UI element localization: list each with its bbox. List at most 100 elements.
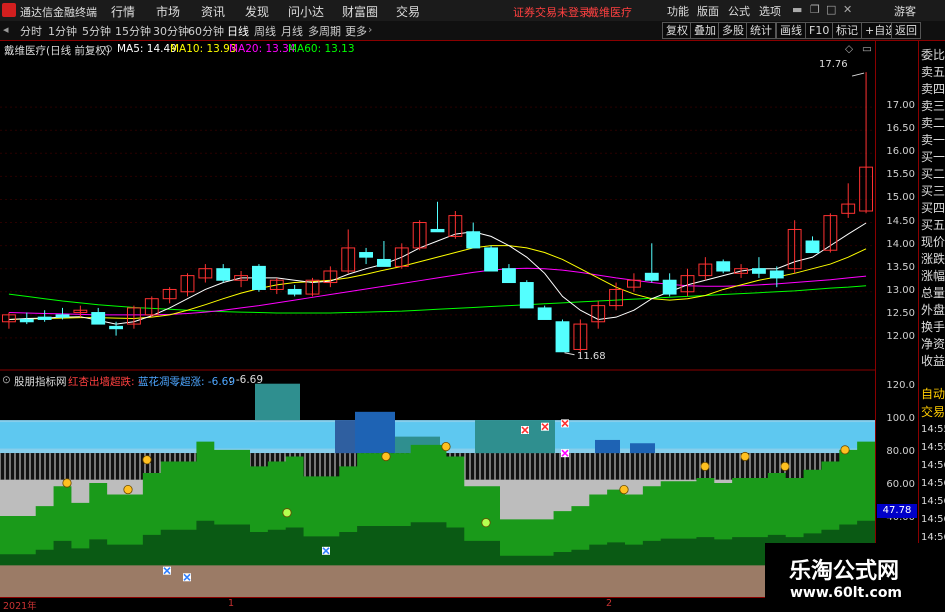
more-chevron-icon[interactable]: › — [368, 23, 372, 36]
candle — [752, 257, 766, 278]
menu-caifuquan[interactable]: 财富圈 — [342, 3, 378, 20]
menu-wenxiaoda[interactable]: 问小达 — [288, 3, 324, 20]
apple-marker-icon — [142, 455, 152, 465]
candle — [537, 305, 552, 320]
chart-expand-icon[interactable]: ▭ — [862, 43, 872, 55]
tab-60min[interactable]: 60分钟 — [188, 23, 224, 39]
ma60-label: MA60: 13.13 — [288, 43, 355, 55]
duogu-button[interactable]: 多股 — [718, 22, 748, 39]
tab-duozhouqi[interactable]: 多周期 — [308, 23, 341, 39]
candle — [841, 183, 856, 218]
ma5-label: MA5: 14.49 — [117, 43, 177, 55]
tab-5min[interactable]: 5分钟 — [82, 23, 111, 39]
candle — [823, 213, 838, 253]
candle-down-body — [19, 318, 34, 323]
candle — [2, 312, 16, 329]
candle — [734, 264, 749, 278]
apple-marker-icon — [619, 484, 629, 495]
tab-zhouxian[interactable]: 周线 — [254, 23, 276, 39]
candle — [37, 310, 52, 322]
candle — [252, 264, 266, 292]
f10-button[interactable]: F10 — [805, 22, 834, 39]
candle-down-body — [430, 228, 445, 233]
indicator-settings-icon[interactable]: ⊙ — [2, 374, 11, 386]
menu-jiaoyi[interactable]: 交易 — [396, 3, 420, 20]
tab-bar-arrow-icon[interactable]: ◂ — [3, 23, 9, 36]
menu-bar: 通达信金融终端 行情 市场 资讯 发现 问小达 财富圈 交易 证券交易未登录 戴… — [0, 0, 945, 22]
back-button[interactable]: 返回 — [891, 22, 921, 39]
tab-fenshi[interactable]: 分时 — [20, 23, 42, 39]
apple-marker-icon — [62, 478, 72, 488]
chart-stock-title: 戴维医疗(日线 前复权) — [4, 45, 111, 57]
high-arrow — [851, 72, 865, 77]
price-tick-label: 13.50 — [886, 261, 915, 273]
tab-rixian[interactable]: 日线 — [227, 23, 249, 39]
tab-1min[interactable]: 1分钟 — [48, 23, 77, 39]
menu-gongneng[interactable]: 功能 — [667, 3, 689, 19]
auto-trade-label: 交易 — [921, 405, 945, 419]
indicator-tick-label: 80.00 — [886, 446, 915, 458]
candle-down-body — [91, 312, 106, 325]
candle — [716, 259, 731, 274]
indicator-svg[interactable] — [0, 373, 875, 597]
menu-banmian[interactable]: 版面 — [697, 3, 719, 19]
trade-login-warning[interactable]: 证券交易未登录 — [513, 4, 590, 20]
apple-marker-icon — [740, 451, 750, 462]
indicator-pane[interactable]: ⊙ 股朋指标网 红杏出墙超跌: - 蓝花凋零超涨: -6.69 : -6.69 — [0, 373, 875, 597]
low-price-label: 11.68 — [577, 351, 606, 362]
price-tick-label: 16.50 — [886, 123, 915, 135]
tab-yuexian[interactable]: 月线 — [281, 23, 303, 39]
candlestick-svg[interactable] — [0, 41, 875, 371]
menu-gongshi[interactable]: 公式 — [728, 3, 750, 19]
tongji-button[interactable]: 统计 — [746, 22, 776, 39]
trade-time-label: 14:55 — [921, 442, 945, 453]
minimize-icon[interactable]: ▬ — [792, 3, 802, 16]
candle — [287, 284, 302, 297]
candle-down-body — [377, 258, 391, 267]
huaxian-button[interactable]: 画线 — [776, 22, 806, 39]
menu-hangqing[interactable]: 行情 — [111, 3, 135, 20]
x-label-year: 2021年 — [3, 601, 37, 612]
price-tick-label: 14.50 — [886, 215, 915, 227]
close-icon[interactable]: ✕ — [843, 3, 852, 16]
guest-label[interactable]: 游客 — [894, 3, 916, 19]
chart-settings-icon[interactable]: ⊙ — [104, 43, 113, 55]
diejia-button[interactable]: 叠加 — [690, 22, 720, 39]
candle — [91, 307, 106, 325]
candle-down-body — [644, 272, 659, 281]
menu-xuanxiang[interactable]: 选项 — [759, 3, 781, 19]
indicator-series-blue: 蓝花凋零超涨: -6.69 — [138, 376, 236, 388]
menu-faxian[interactable]: 发现 — [245, 3, 269, 20]
tab-30min[interactable]: 30分钟 — [153, 23, 189, 39]
candle — [644, 243, 659, 283]
apple-marker-icon — [441, 441, 451, 452]
candle-down-body — [252, 265, 266, 290]
indicator-brown-base — [0, 565, 875, 597]
candle-down-body — [484, 247, 498, 272]
candle — [555, 319, 570, 353]
price-chart[interactable]: 戴维医疗(日线 前复权) ⊙ MA5: 14.49 MA10: 13.93 MA… — [0, 41, 875, 371]
x-label-month-2: 2 — [606, 598, 613, 609]
menu-zixun[interactable]: 资讯 — [201, 3, 225, 20]
candle-down-body — [716, 261, 731, 272]
candle-down-body — [555, 321, 570, 353]
tab-15min[interactable]: 15分钟 — [115, 23, 151, 39]
candle — [127, 305, 141, 329]
restore-icon[interactable]: ❐ — [810, 3, 820, 16]
fuquan-button[interactable]: 复权 — [662, 22, 692, 39]
apple-marker-icon — [481, 518, 491, 528]
tab-gengduo[interactable]: 更多 — [345, 23, 367, 39]
biaoji-button[interactable]: 标记 — [832, 22, 862, 39]
price-tick-label: 13.00 — [886, 284, 915, 296]
candle — [216, 264, 231, 283]
trade-time-label: 14:56 — [921, 478, 945, 489]
maximize-icon[interactable]: □ — [826, 3, 836, 16]
apple-marker-icon — [381, 451, 391, 462]
x-marker-icon — [521, 426, 529, 435]
menu-shichang[interactable]: 市场 — [156, 3, 180, 20]
candle — [377, 241, 391, 267]
candle — [198, 264, 213, 283]
price-tick-label: 15.50 — [886, 169, 915, 181]
high-price-label: 17.76 — [819, 59, 848, 70]
chart-diamond-icon[interactable]: ◇ — [845, 43, 853, 55]
